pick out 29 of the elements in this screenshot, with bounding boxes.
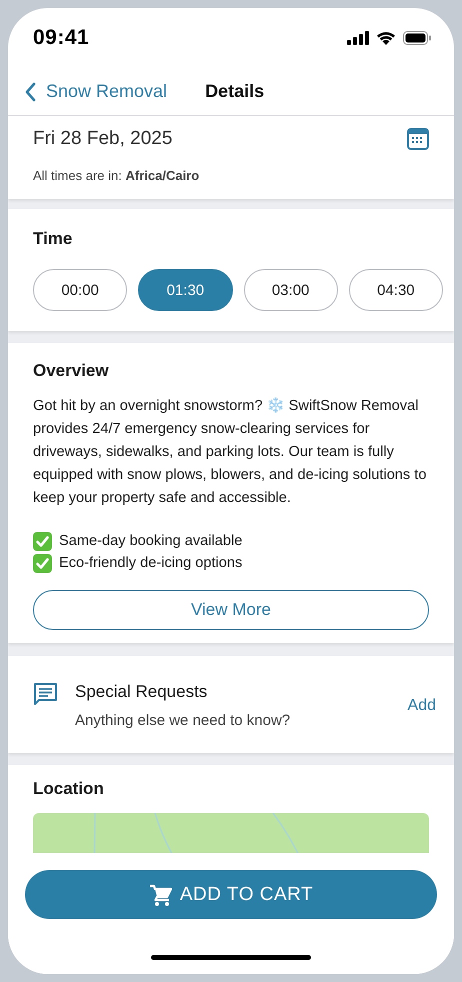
cart-icon bbox=[148, 884, 172, 906]
requests-subtitle: Anything else we need to know? bbox=[75, 712, 292, 729]
time-slot-button[interactable]: 03:00 bbox=[244, 269, 338, 311]
timezone-note: All times are in: Africa/Cairo bbox=[33, 168, 200, 183]
back-chevron-icon bbox=[24, 82, 36, 102]
overview-description: Got hit by an overnight snowstorm? ❄ SwiftSnow Removal provides 24/7 emergency snow-clearing services for driveways, sidewalks, and parking lots. Our team is fully equipped with snow plows, blowers, and de-icing solutions to keep your property safe and accessible. bbox=[33, 396, 428, 508]
section-heading: Location bbox=[33, 779, 105, 799]
calendar-icon[interactable] bbox=[407, 128, 429, 150]
section-heading: Overview bbox=[33, 361, 110, 381]
time-slot-button[interactable]: 01:30 bbox=[138, 269, 232, 311]
checkmark-icon bbox=[33, 554, 52, 572]
battery-icon bbox=[403, 31, 432, 45]
add-to-cart-button[interactable]: ADD TO CART bbox=[25, 870, 437, 919]
signal-icon bbox=[347, 31, 369, 45]
back-button[interactable]: Snow Removal bbox=[24, 81, 168, 102]
time-slot-button[interactable]: 04:30 bbox=[348, 269, 443, 311]
page-title: Details bbox=[205, 81, 264, 102]
selected-date: Fri 28 Feb, 2025 bbox=[33, 128, 172, 150]
highlight-text: Same-day booking available bbox=[59, 532, 242, 551]
requests-title: Special Requests bbox=[75, 682, 208, 702]
section-heading: Time bbox=[33, 229, 74, 249]
view-more-button[interactable]: View More bbox=[33, 590, 429, 630]
highlight-text: Eco-friendly de-icing options bbox=[59, 554, 242, 573]
status-time: 09:41 bbox=[33, 26, 90, 50]
time-slot-button[interactable]: 00:00 bbox=[33, 269, 128, 311]
wifi-icon bbox=[376, 31, 396, 45]
add-button[interactable]: Add bbox=[408, 696, 436, 714]
checkmark-icon bbox=[33, 532, 52, 550]
message-icon bbox=[33, 682, 58, 706]
